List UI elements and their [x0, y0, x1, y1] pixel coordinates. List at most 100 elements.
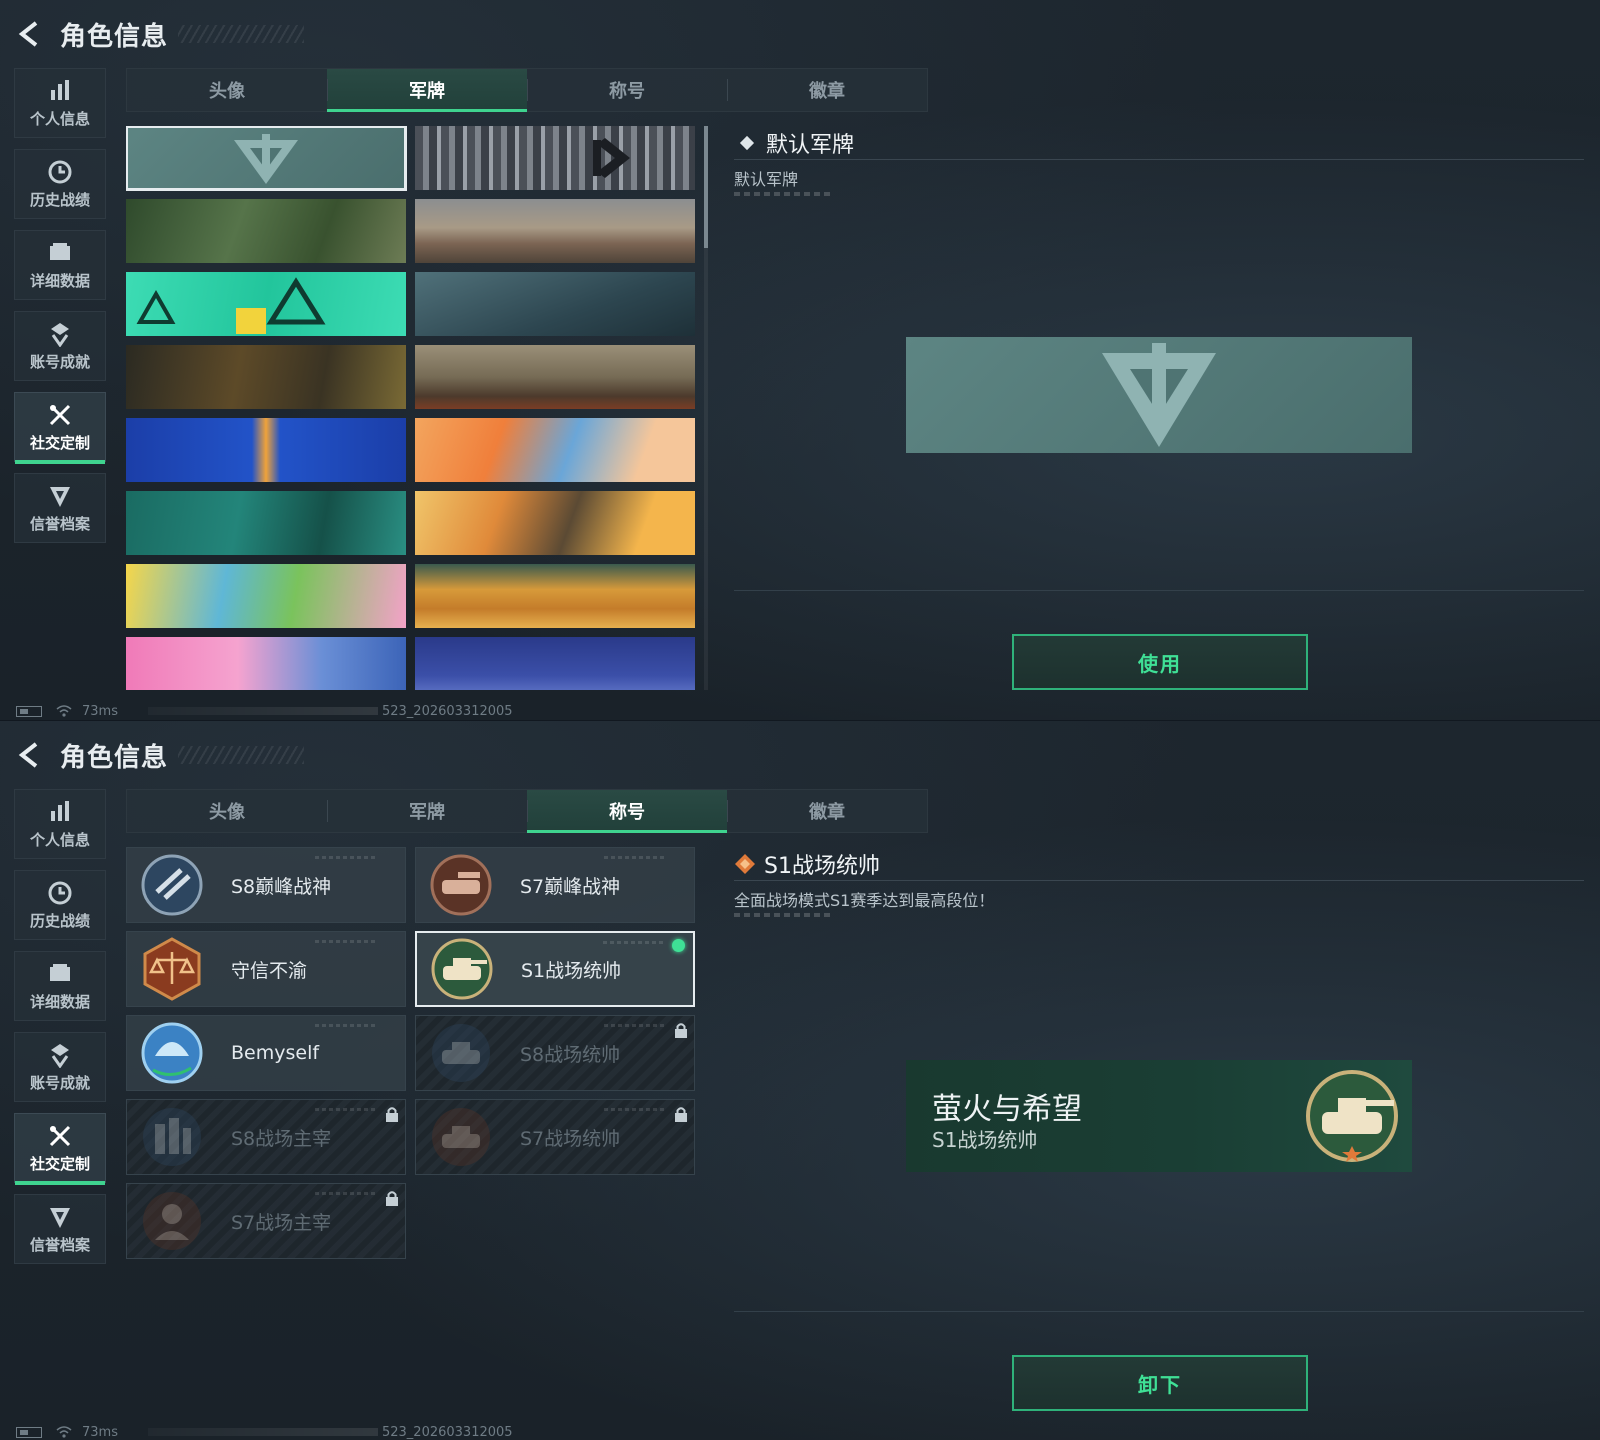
unequip-button[interactable]: 卸下 — [1012, 1355, 1308, 1411]
wifi-icon — [56, 704, 72, 718]
sidebar-item-achievements[interactable]: 账号成就 — [14, 311, 106, 381]
tab-title[interactable]: 称号 — [527, 790, 727, 833]
shield-logo-icon — [1102, 343, 1216, 447]
title-item-label: S8战场统帅 — [520, 1043, 621, 1066]
dogtag-item[interactable] — [126, 491, 406, 555]
dogtag-item[interactable] — [126, 199, 406, 263]
diamond-icon — [739, 135, 755, 150]
tab-badge[interactable]: 徽章 — [727, 69, 927, 111]
sidebar-item-label: 历史战绩 — [29, 911, 90, 930]
title-item-s7-commander[interactable]: S7战场统帅 — [415, 1099, 695, 1175]
battery-icon — [16, 1426, 42, 1438]
folder-icon — [47, 961, 73, 987]
dogtag-item[interactable] — [415, 418, 695, 482]
sidebar-item-label: 信誉档案 — [29, 514, 90, 533]
dogtag-item[interactable] — [126, 564, 406, 628]
dogtag-item[interactable] — [126, 345, 406, 409]
tab-title[interactable]: 称号 — [527, 69, 727, 111]
detail-header: 默认军牌 — [734, 126, 1584, 160]
cell-decoration — [315, 1024, 375, 1027]
build-bar — [147, 1428, 378, 1436]
cell-decoration — [315, 940, 375, 943]
sidebar-item-achievements[interactable]: 账号成就 — [14, 1032, 106, 1102]
sidebar-item-history[interactable]: 历史战绩 — [14, 870, 106, 940]
title-screen: 角色信息 个人信息 历史战绩 详细数据 账号成就 社交定制 信誉档案 头像 军牌… — [0, 720, 1600, 1440]
sidebar-item-label: 账号成就 — [29, 1073, 90, 1092]
dogtag-item[interactable] — [415, 272, 695, 336]
bar-chart-icon — [47, 78, 73, 104]
s7-peak-emblem-icon — [430, 854, 492, 916]
sidebar-item-social[interactable]: 社交定制 — [14, 392, 106, 464]
dogtag-item-default[interactable] — [126, 126, 407, 191]
scales-emblem-icon — [143, 937, 201, 1001]
header-decoration — [178, 25, 304, 43]
dogtag-item[interactable] — [126, 272, 406, 336]
tab-avatar[interactable]: 头像 — [127, 69, 327, 111]
battery-icon — [16, 705, 42, 717]
title-item-s1-commander[interactable]: S1战场统帅 — [415, 931, 695, 1007]
cell-decoration — [604, 1108, 664, 1111]
header-decoration — [178, 746, 304, 764]
tab-dogtag[interactable]: 军牌 — [327, 790, 527, 832]
tab-dogtag[interactable]: 军牌 — [327, 69, 527, 112]
sidebar-item-profile[interactable]: 个人信息 — [14, 68, 106, 138]
dogtag-item[interactable] — [415, 564, 695, 628]
title-item-label: S7巅峰战神 — [520, 875, 621, 898]
dogtag-item[interactable] — [415, 491, 695, 555]
soldier-emblem-icon — [143, 1192, 201, 1250]
sidebar-item-details[interactable]: 详细数据 — [14, 951, 106, 1021]
title-item-s7-peak[interactable]: S7巅峰战神 — [415, 847, 695, 923]
detail-decoration — [734, 192, 834, 196]
ping-text: 73ms — [82, 703, 118, 719]
clock-icon — [47, 880, 73, 906]
title-item-bemyself[interactable]: Bemyself — [126, 1015, 406, 1091]
dogtag-item[interactable] — [415, 345, 695, 409]
sidebar-item-credit[interactable]: 信誉档案 — [14, 1194, 106, 1264]
detail-description: 默认军牌 — [734, 170, 799, 189]
cell-decoration — [603, 941, 663, 944]
dogtag-item[interactable] — [415, 199, 695, 263]
cell-decoration — [315, 856, 375, 859]
sidebar-item-label: 社交定制 — [29, 1154, 90, 1173]
dogtag-item[interactable] — [126, 637, 406, 690]
tank-emblem-icon — [431, 938, 493, 1000]
dogtag-item[interactable] — [415, 126, 695, 190]
sidebar-item-credit[interactable]: 信誉档案 — [14, 473, 106, 543]
sidebar: 个人信息 历史战绩 详细数据 账号成就 社交定制 信誉档案 — [14, 789, 106, 1275]
back-arrow-icon[interactable] — [14, 740, 44, 770]
city-emblem-icon — [143, 1108, 201, 1166]
title-item-label: S1战场统帅 — [521, 959, 622, 982]
sidebar-item-profile[interactable]: 个人信息 — [14, 789, 106, 859]
title-item-label: 守信不渝 — [231, 959, 308, 982]
tab-avatar[interactable]: 头像 — [127, 790, 327, 832]
tab-badge[interactable]: 徽章 — [727, 790, 927, 832]
title-item-s8-peak[interactable]: S8巅峰战神 — [126, 847, 406, 923]
rank-diamond-icon — [735, 853, 755, 874]
tank-emblem-icon — [432, 1024, 490, 1082]
scrollbar[interactable] — [704, 126, 708, 690]
scrollbar-thumb[interactable] — [704, 126, 708, 248]
achievement-icon — [47, 1042, 73, 1069]
sidebar-item-history[interactable]: 历史战绩 — [14, 149, 106, 219]
use-button[interactable]: 使用 — [1012, 634, 1308, 690]
sidebar-item-label: 社交定制 — [29, 433, 90, 452]
title-item-s8-commander[interactable]: S8战场统帅 — [415, 1015, 695, 1091]
sidebar-item-label: 账号成就 — [29, 352, 90, 371]
title-item-faithful[interactable]: 守信不渝 — [126, 931, 406, 1007]
dogtag-grid — [126, 126, 696, 690]
title-item-s8-dominator[interactable]: S8战场主宰 — [126, 1099, 406, 1175]
folder-icon — [47, 240, 73, 266]
dogtag-item[interactable] — [415, 637, 695, 690]
sidebar-item-social[interactable]: 社交定制 — [14, 1113, 106, 1185]
tools-icon — [47, 402, 73, 428]
sidebar-item-details[interactable]: 详细数据 — [14, 230, 106, 300]
lock-icon — [675, 1023, 687, 1038]
cell-decoration — [604, 856, 664, 859]
dogtag-item[interactable] — [126, 418, 406, 482]
title-item-s7-dominator[interactable]: S7战场主宰 — [126, 1183, 406, 1259]
wifi-icon — [56, 1425, 72, 1439]
ping-text: 73ms — [82, 1424, 118, 1440]
divider — [734, 1311, 1584, 1312]
achievement-icon — [47, 321, 73, 348]
back-arrow-icon[interactable] — [14, 19, 44, 49]
